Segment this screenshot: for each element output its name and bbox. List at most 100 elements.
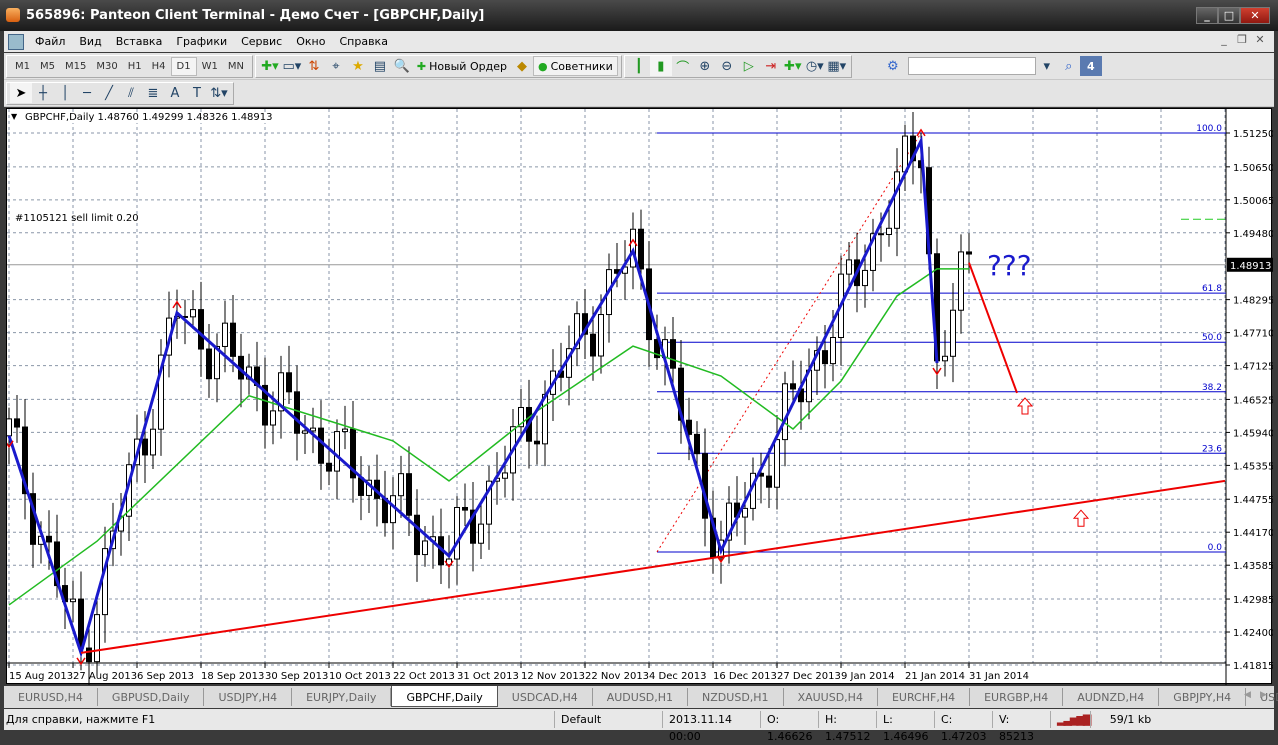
crosshair-icon[interactable]: ┼ bbox=[32, 83, 54, 103]
candle-body bbox=[966, 251, 972, 255]
chart-tab[interactable]: XAUUSD,H4 bbox=[784, 688, 878, 706]
metaeditor-icon[interactable]: ◆ bbox=[511, 56, 533, 76]
candle-body bbox=[942, 355, 948, 362]
tf-h1[interactable]: H1 bbox=[123, 58, 147, 75]
chart-tab[interactable]: GBPJPY,H4 bbox=[1159, 688, 1247, 706]
menu-charts[interactable]: Графики bbox=[169, 35, 234, 48]
price-chart[interactable]: 1.51250 1.50650 1.50065 1.49480 1.48295 1.477… bbox=[6, 108, 1273, 685]
chart-tab[interactable]: EURJPY,Daily bbox=[292, 688, 392, 706]
candle-body bbox=[7, 418, 12, 437]
chart-tab[interactable]: AUDNZD,H4 bbox=[1063, 688, 1160, 706]
chart-shift-icon[interactable]: ⇥ bbox=[760, 56, 782, 76]
text-label-icon[interactable]: T bbox=[186, 83, 208, 103]
chart-tab[interactable]: EURGBP,H4 bbox=[970, 688, 1064, 706]
candlestick-icon[interactable]: ▮ bbox=[649, 56, 672, 76]
menu-file[interactable]: Файл bbox=[28, 35, 72, 48]
chart-tab[interactable]: USDCAD,H4 bbox=[498, 688, 593, 706]
candle-body bbox=[742, 507, 748, 518]
tf-w1[interactable]: W1 bbox=[197, 58, 223, 75]
price-tick-label: 1.45940 bbox=[1233, 428, 1273, 439]
toolbar-drawing: ➤ ┼ │ ─ ╱ ⫽ ≣ A T ⇅▾ bbox=[4, 80, 1274, 107]
close-button[interactable]: ✕ bbox=[1240, 7, 1270, 24]
chart-tab[interactable]: AUDUSD,H1 bbox=[593, 688, 689, 706]
profiles-icon[interactable]: ▭▾ bbox=[281, 56, 303, 76]
date-tick-label: 22 Oct 2013 bbox=[393, 671, 455, 682]
date-tick-label: 27 Dec 2013 bbox=[777, 671, 841, 682]
vertical-line-icon[interactable]: │ bbox=[54, 83, 76, 103]
candle-body bbox=[862, 269, 868, 287]
tf-m15[interactable]: M15 bbox=[60, 58, 91, 75]
zigzag-line bbox=[7, 135, 939, 658]
zoom-out-icon[interactable]: ⊖ bbox=[716, 56, 738, 76]
candle-body bbox=[958, 251, 964, 311]
chart-tab[interactable]: EURUSD,H4 bbox=[4, 688, 98, 706]
templates-icon[interactable]: ▦▾ bbox=[826, 56, 848, 76]
menu-help[interactable]: Справка bbox=[332, 35, 394, 48]
tf-h4[interactable]: H4 bbox=[147, 58, 171, 75]
tabs-scroll-right-icon[interactable]: ▶ bbox=[1260, 690, 1267, 700]
menu-tools[interactable]: Сервис bbox=[234, 35, 289, 48]
periods-icon[interactable]: ◷▾ bbox=[804, 56, 826, 76]
tabs-scroll-left-icon[interactable]: ◀ bbox=[1244, 690, 1251, 700]
new-chart-icon[interactable]: ✚▾ bbox=[259, 56, 281, 76]
menu-window[interactable]: Окно bbox=[289, 35, 332, 48]
search-input[interactable] bbox=[907, 57, 1036, 75]
menu-insert[interactable]: Вставка bbox=[109, 35, 170, 48]
chart-tab[interactable]: GBPUSD,Daily bbox=[98, 688, 205, 706]
tf-d1[interactable]: D1 bbox=[170, 56, 197, 76]
navigator-icon[interactable]: ★ bbox=[347, 56, 369, 76]
chart-canvas[interactable]: 1.51250 1.50650 1.50065 1.49480 1.48295 1.477… bbox=[7, 109, 1273, 685]
maximize-button[interactable]: □ bbox=[1218, 7, 1240, 24]
price-tick-label: 1.47125 bbox=[1233, 362, 1273, 373]
date-tick-label: 4 Dec 2013 bbox=[649, 671, 707, 682]
mdi-minimize-button[interactable]: _ bbox=[1216, 33, 1232, 49]
tf-m1[interactable]: M1 bbox=[10, 58, 35, 75]
candle-body bbox=[198, 309, 204, 350]
autoscroll-icon[interactable]: ▷ bbox=[738, 56, 760, 76]
chart-tab[interactable]: GBPCHF,Daily bbox=[391, 686, 498, 707]
status-time: 2013.11.14 00:00 bbox=[662, 711, 760, 743]
chart-menu-icon[interactable]: ▼ bbox=[11, 112, 17, 121]
connection-icon: ▂▃▅▆▇ bbox=[1050, 711, 1091, 728]
line-chart-icon[interactable]: ⌒ bbox=[672, 56, 694, 76]
settings-gear-icon[interactable]: ⚙ bbox=[882, 56, 904, 76]
fibonacci-icon[interactable]: ≣ bbox=[142, 83, 164, 103]
trendline-icon[interactable]: ╱ bbox=[98, 83, 120, 103]
candle-body bbox=[230, 322, 236, 357]
chart-window-icon[interactable] bbox=[8, 33, 24, 50]
crosshair-data-icon[interactable]: ⌖ bbox=[325, 56, 347, 76]
price-tick-label: 1.46525 bbox=[1233, 395, 1273, 406]
tf-m5[interactable]: M5 bbox=[35, 58, 60, 75]
zoom-in-icon[interactable]: ⊕ bbox=[694, 56, 716, 76]
equidistant-channel-icon[interactable]: ⫽ bbox=[120, 83, 142, 103]
terminal-icon[interactable]: ▤ bbox=[369, 56, 391, 76]
toolbar-main: M1 M5 M15 M30 H1 H4 D1 W1 MN ✚▾ ▭▾ ⇅ ⌖ ★… bbox=[4, 53, 1274, 80]
minimize-button[interactable]: _ bbox=[1196, 7, 1218, 24]
text-icon[interactable]: A bbox=[164, 83, 186, 103]
candle-body bbox=[222, 322, 228, 347]
market-watch-icon[interactable]: ⇅ bbox=[303, 56, 325, 76]
new-order-button[interactable]: ✚ Новый Ордер bbox=[413, 56, 511, 76]
chart-tab[interactable]: USDJPY,H4 bbox=[204, 688, 293, 706]
indicators-icon[interactable]: ✚▾ bbox=[782, 56, 804, 76]
date-tick-label: 12 Nov 2013 bbox=[521, 671, 585, 682]
fib-level-label: 61.8 bbox=[1202, 284, 1222, 294]
bar-chart-icon[interactable]: ┃ bbox=[628, 56, 650, 76]
notifications-icon[interactable]: 4 bbox=[1079, 56, 1102, 76]
chart-tab[interactable]: NZDUSD,H1 bbox=[688, 688, 784, 706]
strategy-tester-icon[interactable]: 🔍 bbox=[391, 56, 413, 76]
search-dropdown-icon[interactable]: ▾ bbox=[1036, 56, 1058, 76]
chart-tab[interactable]: EURCHF,H4 bbox=[878, 688, 971, 706]
chart-tabs: EURUSD,H4 GBPUSD,Daily USDJPY,H4 EURJPY,Dai… bbox=[4, 686, 1278, 708]
tf-m30[interactable]: M30 bbox=[91, 58, 122, 75]
mdi-close-button[interactable]: ✕ bbox=[1252, 33, 1268, 49]
cursor-icon[interactable]: ➤ bbox=[10, 83, 32, 103]
horizontal-line-icon[interactable]: ─ bbox=[76, 83, 98, 103]
experts-button[interactable]: ● Советники bbox=[532, 56, 618, 76]
menu-view[interactable]: Вид bbox=[72, 35, 108, 48]
tf-mn[interactable]: MN bbox=[223, 58, 249, 75]
arrows-icon[interactable]: ⇅▾ bbox=[208, 83, 230, 103]
mdi-restore-button[interactable]: ❐ bbox=[1234, 33, 1250, 49]
search-icon[interactable]: ⌕ bbox=[1058, 56, 1080, 76]
candle-body bbox=[270, 410, 276, 426]
